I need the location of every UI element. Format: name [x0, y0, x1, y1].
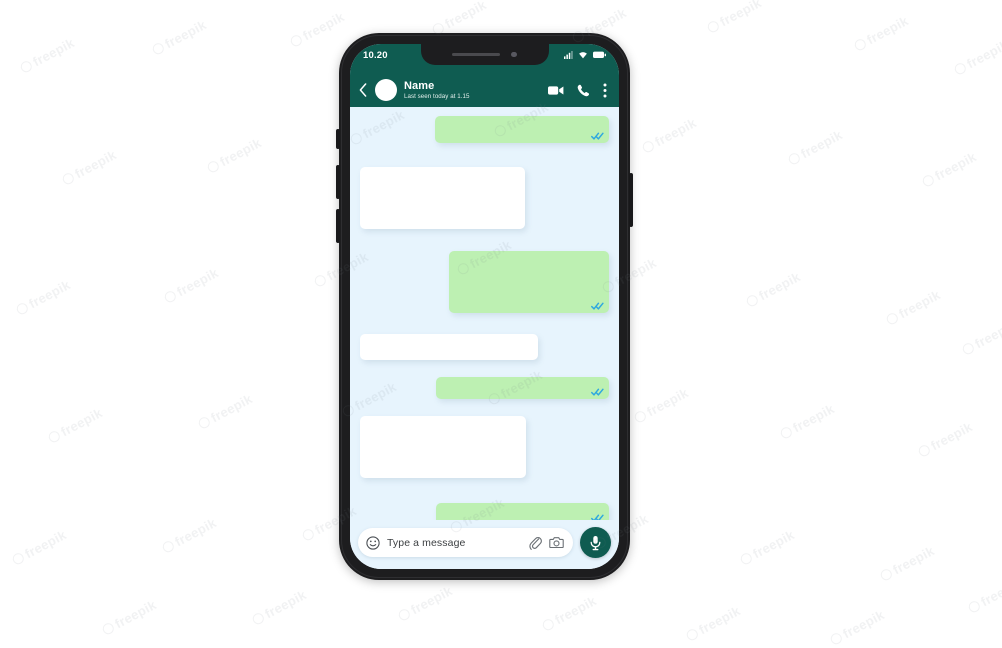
message-input-pill[interactable]: Type a message: [358, 528, 573, 557]
watermark-text: freepik: [162, 265, 221, 306]
back-chevron-icon[interactable]: [357, 81, 369, 99]
signal-icon: [564, 51, 573, 59]
contact-info[interactable]: Name Last seen today at 1.15: [404, 80, 542, 101]
watermark-text: freepik: [288, 9, 347, 50]
watermark-text: freepik: [46, 405, 105, 446]
message-row: [360, 167, 609, 229]
watermark-text: freepik: [852, 13, 911, 54]
contact-name: Name: [404, 79, 435, 92]
message-row: [360, 334, 609, 360]
read-receipt-double-check-icon: [591, 388, 604, 396]
three-dots-vertical-icon[interactable]: [603, 83, 607, 98]
camera-icon[interactable]: [549, 536, 564, 549]
microphone-icon: [589, 535, 602, 551]
watermark-text: freepik: [196, 391, 255, 432]
watermark-text: freepik: [878, 543, 937, 584]
header-actions: [548, 83, 609, 98]
phone-handset-icon[interactable]: [577, 84, 590, 97]
power-button[interactable]: [629, 173, 633, 227]
smiley-face-icon[interactable]: [366, 535, 380, 550]
watermark-text: freepik: [786, 127, 845, 168]
watermark-text: freepik: [60, 147, 119, 188]
volume-up-button[interactable]: [336, 165, 340, 199]
watermark-text: freepik: [705, 0, 764, 36]
volume-down-button[interactable]: [336, 209, 340, 243]
read-receipt-double-check-icon: [591, 302, 604, 310]
message-input-bar: Type a message: [350, 520, 619, 569]
status-time: 10.20: [363, 50, 388, 61]
phone-notch: [420, 44, 549, 65]
outgoing-message-bubble[interactable]: [449, 251, 609, 313]
watermark-text: freepik: [778, 401, 837, 442]
watermark-text: freepik: [960, 317, 1002, 358]
incoming-message-bubble[interactable]: [360, 416, 526, 478]
contact-last-seen: Last seen today at 1.15: [404, 92, 470, 100]
status-bar: 10.20: [350, 44, 619, 73]
message-row: [360, 116, 609, 143]
watermark-text: freepik: [920, 149, 979, 190]
phone-screen: 10.20 Name Last seen today at 1.15 Type …: [350, 44, 619, 569]
watermark-text: freepik: [10, 527, 69, 568]
message-row: [360, 377, 609, 399]
chat-message-list[interactable]: [350, 107, 619, 520]
watermark-text: freepik: [18, 35, 77, 76]
outgoing-message-bubble[interactable]: [435, 116, 609, 143]
watermark-text: freepik: [100, 597, 159, 638]
status-bar-icons: [564, 51, 606, 59]
incoming-message-bubble[interactable]: [360, 334, 538, 360]
front-camera: [511, 51, 517, 58]
watermark-text: freepik: [640, 115, 699, 156]
read-receipt-double-check-icon: [591, 132, 604, 140]
watermark-text: freepik: [160, 515, 219, 556]
watermark-text: freepik: [744, 269, 803, 310]
watermark-text: freepik: [250, 587, 309, 628]
watermark-text: freepik: [205, 135, 264, 176]
message-input-placeholder[interactable]: Type a message: [387, 537, 522, 549]
message-row: [360, 416, 609, 478]
contact-avatar[interactable]: [375, 79, 397, 101]
watermark-text: freepik: [884, 287, 943, 328]
chat-header: Name Last seen today at 1.15: [350, 73, 619, 107]
incoming-message-bubble[interactable]: [360, 167, 525, 229]
voice-record-button[interactable]: [580, 527, 611, 558]
message-row: [360, 503, 609, 520]
outgoing-message-bubble[interactable]: [436, 377, 609, 399]
video-camera-icon[interactable]: [548, 85, 564, 96]
paperclip-icon[interactable]: [529, 536, 542, 550]
mute-switch[interactable]: [336, 129, 340, 149]
wifi-icon: [578, 51, 588, 59]
watermark-text: freepik: [632, 385, 691, 426]
watermark-text: freepik: [150, 17, 209, 58]
phone-mockup: 10.20 Name Last seen today at 1.15 Type …: [336, 33, 633, 580]
watermark-text: freepik: [828, 607, 887, 648]
watermark-text: freepik: [916, 419, 975, 460]
watermark-text: freepik: [540, 593, 599, 634]
watermark-text: freepik: [396, 583, 455, 624]
watermark-text: freepik: [738, 527, 797, 568]
watermark-text: freepik: [14, 277, 73, 318]
outgoing-message-bubble[interactable]: [436, 503, 609, 520]
watermark-text: freepik: [684, 603, 743, 644]
battery-icon: [593, 51, 606, 59]
watermark-text: freepik: [952, 37, 1002, 78]
watermark-text: freepik: [966, 575, 1002, 616]
read-receipt-double-check-icon: [591, 514, 604, 520]
speaker-grille: [452, 52, 501, 57]
message-row: [360, 251, 609, 313]
